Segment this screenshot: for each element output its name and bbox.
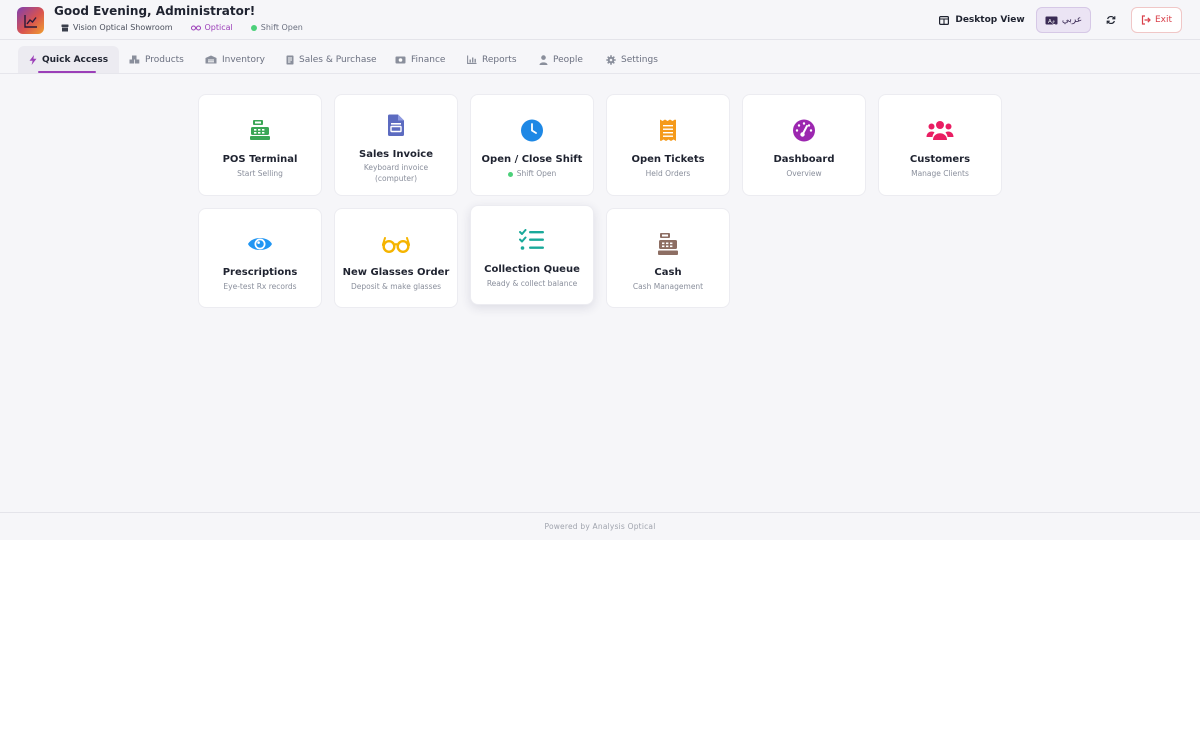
tab-sales-purchase[interactable]: Sales & Purchase <box>286 46 377 73</box>
tab-people[interactable]: People <box>539 46 583 73</box>
card-subtitle: Shift Open <box>471 168 593 179</box>
tab-label: Inventory <box>222 54 265 65</box>
card-subtitle: Deposit & make glasses <box>350 282 442 291</box>
shift-status: Shift Open <box>250 23 303 32</box>
clock-icon <box>521 119 544 142</box>
card-title: Open Tickets <box>631 154 705 165</box>
active-tab-indicator <box>38 71 96 73</box>
card-subtitle: Ready & collect balance <box>486 279 578 288</box>
mode-badge: Optical <box>190 23 233 32</box>
svg-text:ع: ع <box>1052 18 1055 24</box>
app-logo <box>17 7 44 34</box>
card-open-tickets[interactable]: Open Tickets Held Orders <box>606 94 730 196</box>
status-dot-icon <box>250 24 257 31</box>
greeting-title: Good Evening, Administrator! <box>54 4 256 18</box>
money-icon <box>395 56 406 63</box>
exit-button[interactable]: Exit <box>1131 7 1182 33</box>
footer: Powered by Analysis Optical <box>0 512 1200 540</box>
store-label: Vision Optical Showroom <box>73 23 173 32</box>
chart-line-icon <box>23 14 37 28</box>
exit-label: Exit <box>1154 15 1173 25</box>
store-name: Vision Optical Showroom <box>61 23 173 32</box>
language-label: عربي <box>1061 15 1083 25</box>
refresh-button[interactable] <box>1100 7 1122 33</box>
tab-label: Reports <box>482 54 517 65</box>
glasses-icon <box>382 235 410 253</box>
card-title: New Glasses Order <box>342 267 450 278</box>
warehouse-icon <box>205 55 217 64</box>
mode-label: Optical <box>204 23 233 32</box>
tab-label: Settings <box>621 54 658 65</box>
gear-icon <box>606 54 616 65</box>
tab-finance[interactable]: Finance <box>395 46 445 73</box>
tab-label: People <box>553 54 583 65</box>
card-subtitle: Overview <box>786 169 822 178</box>
person-icon <box>539 54 548 65</box>
card-sales-invoice[interactable]: Sales Invoice Keyboard invoice (computer… <box>334 94 458 196</box>
card-subtitle: Manage Clients <box>911 169 969 178</box>
card-subtitle: Cash Management <box>632 282 704 291</box>
language-button[interactable]: Aع عربي <box>1036 7 1091 33</box>
card-customers[interactable]: Customers Manage Clients <box>878 94 1002 196</box>
layout-icon <box>939 15 950 25</box>
tab-label: Finance <box>411 54 446 65</box>
card-title: Dashboard <box>773 154 835 165</box>
app: Good Evening, Administrator! Vision Opti… <box>0 0 1200 540</box>
refresh-icon <box>1106 15 1116 25</box>
ticket-icon <box>659 119 677 142</box>
store-icon <box>61 24 69 31</box>
card-title: Sales Invoice <box>359 149 433 160</box>
glasses-small-icon <box>190 25 201 31</box>
card-subtitle: Keyboard invoice (computer) <box>363 163 429 183</box>
status-dot-icon <box>507 171 513 177</box>
desktop-view-button[interactable]: Desktop View <box>935 7 1029 33</box>
tab-label: Sales & Purchase <box>299 54 377 65</box>
boxes-icon <box>129 55 140 64</box>
card-collection-queue[interactable]: Collection Queue Ready & collect balance <box>470 205 594 305</box>
users-icon <box>926 120 954 140</box>
logout-icon <box>1141 15 1151 25</box>
card-title: Customers <box>909 154 971 165</box>
cash-register-icon <box>249 119 271 141</box>
language-icon: Aع <box>1045 16 1058 24</box>
tab-quick-access[interactable]: Quick Access <box>18 46 120 73</box>
invoice-icon <box>387 114 405 137</box>
footer-text: Powered by Analysis Optical <box>544 522 656 531</box>
tab-products[interactable]: Products <box>129 46 184 73</box>
card-title: Prescriptions <box>222 267 298 278</box>
card-prescriptions[interactable]: Prescriptions Eye-test Rx records <box>198 208 322 308</box>
card-cash[interactable]: Cash Cash Management <box>606 208 730 308</box>
chart-icon <box>467 55 477 64</box>
card-open-close-shift[interactable]: Open / Close Shift Shift Open <box>470 94 594 196</box>
card-subtitle-text: Shift Open <box>516 169 557 178</box>
tab-settings[interactable]: Settings <box>606 46 658 73</box>
tab-label: Quick Access <box>42 54 109 65</box>
card-subtitle: Eye-test Rx records <box>223 282 297 291</box>
register-icon <box>657 232 679 256</box>
card-pos-terminal[interactable]: POS Terminal Start Selling <box>198 94 322 196</box>
receipt-icon <box>286 55 294 64</box>
card-title: POS Terminal <box>222 154 298 165</box>
tab-reports[interactable]: Reports <box>467 46 517 73</box>
card-dashboard[interactable]: Dashboard Overview <box>742 94 866 196</box>
gauge-icon <box>793 119 816 142</box>
checklist-icon <box>519 229 545 251</box>
tab-inventory[interactable]: Inventory <box>205 46 265 73</box>
eye-icon <box>247 234 273 254</box>
card-title: Open / Close Shift <box>481 154 583 165</box>
card-new-glasses-order[interactable]: New Glasses Order Deposit & make glasses <box>334 208 458 308</box>
card-subtitle: Held Orders <box>645 169 691 178</box>
tab-label: Products <box>145 54 184 65</box>
card-title: Cash <box>654 267 682 278</box>
lightning-icon <box>29 54 37 65</box>
card-subtitle: Start Selling <box>237 169 283 178</box>
header: Good Evening, Administrator! Vision Opti… <box>0 0 1200 40</box>
desktop-view-label: Desktop View <box>955 15 1025 25</box>
shift-status-label: Shift Open <box>260 23 303 32</box>
card-title: Collection Queue <box>484 264 580 275</box>
header-meta: Vision Optical Showroom Optical Shift Op… <box>61 23 321 32</box>
main-tabs: Quick Access Products Inventory Sales & … <box>0 40 1200 74</box>
